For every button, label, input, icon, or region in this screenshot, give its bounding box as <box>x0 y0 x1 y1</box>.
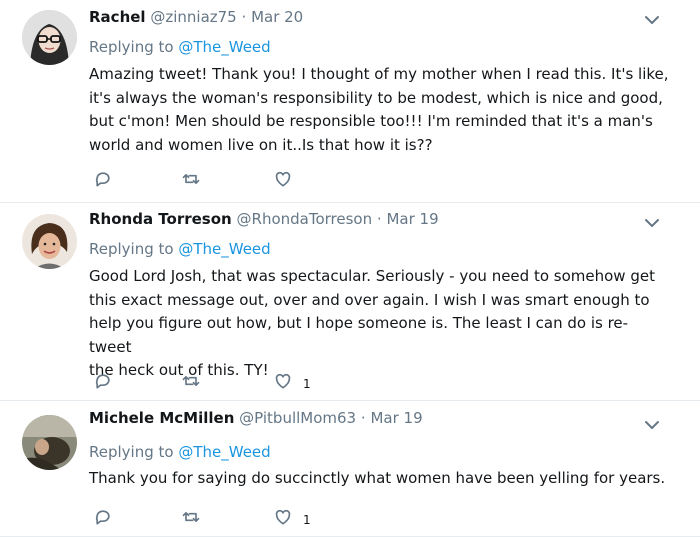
avatar[interactable] <box>22 10 77 65</box>
avatar-image <box>22 10 77 65</box>
retweet-icon <box>182 174 200 184</box>
tweet-header: Michele McMillen @PitbullMom63 · Mar 19 <box>89 409 423 427</box>
like-count: 1 <box>303 377 311 391</box>
tweet-date[interactable]: Mar 19 <box>370 409 422 427</box>
display-name[interactable]: Rhonda Torreson <box>89 210 232 228</box>
tweet[interactable]: Michele McMillen @PitbullMom63 · Mar 19 … <box>0 401 700 537</box>
tweet[interactable]: Rhonda Torreson @RhondaTorreson · Mar 19… <box>0 203 700 401</box>
chevron-down-icon[interactable] <box>644 12 660 28</box>
retweet-icon <box>182 376 200 386</box>
mention-link[interactable]: @The_Weed <box>178 443 270 461</box>
tweet-header: Rachel @zinniaz75 · Mar 20 <box>89 8 303 26</box>
reply-button[interactable] <box>93 507 113 527</box>
like-icon <box>275 509 291 525</box>
reply-button[interactable] <box>93 169 113 189</box>
tweet-text: Thank you for saying do succinctly what … <box>89 469 666 487</box>
replying-to-label: Replying to <box>89 443 179 461</box>
like-icon <box>275 171 291 187</box>
separator: · <box>360 409 366 427</box>
tweet-text: Good Lord Josh, that was spectacular. Se… <box>89 267 655 379</box>
reply-icon <box>95 374 110 389</box>
user-handle[interactable]: @RhondaTorreson <box>237 210 373 228</box>
chevron-down-icon[interactable] <box>644 215 660 231</box>
like-count: 1 <box>303 513 311 527</box>
user-handle[interactable]: @PitbullMom63 <box>239 409 356 427</box>
replying-to-label: Replying to <box>89 240 179 258</box>
replying-to-label: Replying to <box>89 38 179 56</box>
avatar-image <box>22 214 77 269</box>
like-button[interactable] <box>273 169 303 189</box>
mention-link[interactable]: @The_Weed <box>178 240 270 258</box>
display-name[interactable]: Michele McMillen <box>89 409 234 427</box>
retweet-button[interactable] <box>181 507 201 527</box>
tweet-header: Rhonda Torreson @RhondaTorreson · Mar 19 <box>89 210 439 228</box>
replying-to: Replying to @The_Weed <box>89 443 271 461</box>
retweet-button[interactable] <box>181 371 201 391</box>
mention-link[interactable]: @The_Weed <box>178 38 270 56</box>
tweet[interactable]: Rachel @zinniaz75 · Mar 20 Replying to @… <box>0 0 700 203</box>
tweet-text: Amazing tweet! Thank you! I thought of m… <box>89 65 669 154</box>
reply-icon <box>95 510 110 525</box>
chevron-down-icon[interactable] <box>644 417 660 433</box>
avatar-image <box>22 415 77 470</box>
replying-to: Replying to @The_Weed <box>89 240 271 258</box>
like-button[interactable]: 1 <box>273 371 311 391</box>
replying-to: Replying to @The_Weed <box>89 38 271 56</box>
avatar[interactable] <box>22 415 77 470</box>
tweet-date[interactable]: Mar 20 <box>251 8 303 26</box>
avatar[interactable] <box>22 214 77 269</box>
reply-button[interactable] <box>93 371 113 391</box>
separator: · <box>376 210 382 228</box>
retweet-button[interactable] <box>181 169 201 189</box>
display-name[interactable]: Rachel <box>89 8 146 26</box>
like-button[interactable]: 1 <box>273 507 311 527</box>
user-handle[interactable]: @zinniaz75 <box>150 8 236 26</box>
tweet-date[interactable]: Mar 19 <box>386 210 438 228</box>
reply-icon <box>95 172 110 187</box>
retweet-icon <box>182 512 200 522</box>
like-icon <box>275 373 291 389</box>
separator: · <box>241 8 247 26</box>
